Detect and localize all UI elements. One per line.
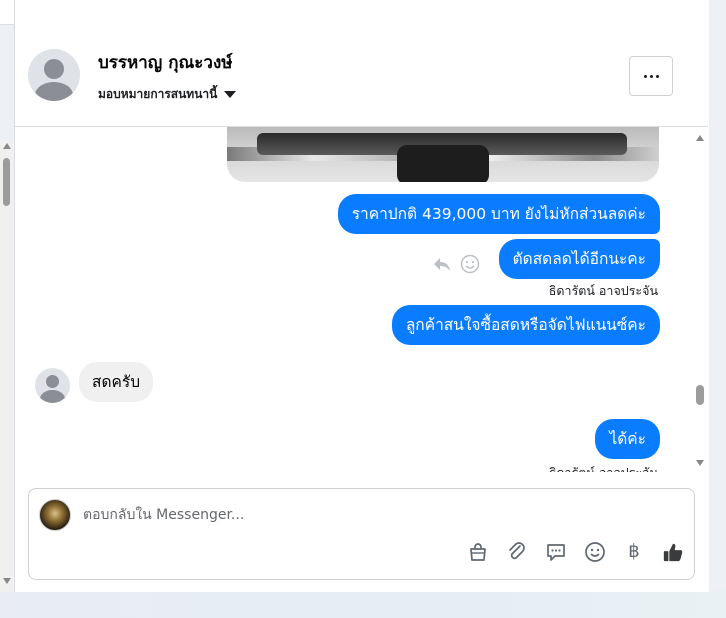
message-thread[interactable]: ราคาปกติ 439,000 บาท ยังไม่หักส่วนลดค่ะ …: [15, 127, 692, 472]
contact-name[interactable]: บรรหาญ กุณะวงษ์: [98, 49, 232, 76]
contact-avatar[interactable]: [28, 49, 80, 101]
smiley-icon[interactable]: [584, 541, 606, 563]
message-actions: [432, 254, 480, 274]
contact-avatar-small: [35, 368, 70, 403]
message-bubble-outgoing[interactable]: ตัดสดลดได้อีกนะคะ: [498, 239, 660, 279]
reply-composer: ฿: [28, 488, 695, 580]
composer-toolbar: ฿: [467, 541, 684, 563]
sender-name: ธิดารัตน์ อาจประจัน: [548, 283, 658, 298]
scroll-down-arrow[interactable]: [3, 578, 11, 584]
paperclip-icon[interactable]: [506, 541, 528, 563]
caret-down-icon: [224, 91, 237, 98]
message-bubble-outgoing[interactable]: ลูกค้าสนใจซื้อสดหรือจัดไฟแนนซ์คะ: [391, 305, 660, 345]
assign-conversation-dropdown[interactable]: มอบหมายการสนทนานี้: [98, 85, 237, 104]
scroll-up-arrow[interactable]: [3, 143, 11, 149]
more-options-button[interactable]: [629, 56, 673, 96]
message-bubble-incoming[interactable]: สดครับ: [79, 362, 154, 402]
left-scrollbar[interactable]: [0, 140, 14, 592]
react-smiley-icon[interactable]: [460, 254, 480, 274]
scroll-up-arrow[interactable]: [696, 135, 704, 141]
baht-icon[interactable]: ฿: [623, 541, 645, 563]
scroll-thumb[interactable]: [3, 158, 10, 206]
shopping-bag-icon[interactable]: [467, 541, 489, 563]
assign-label: มอบหมายการสนทนานี้: [98, 87, 218, 101]
page-background: [0, 590, 726, 618]
conversation-header: บรรหาญ กุณะวงษ์ มอบหมายการสนทนานี้: [15, 25, 708, 127]
chat-bubble-icon[interactable]: [545, 541, 567, 563]
scroll-down-arrow[interactable]: [696, 460, 704, 466]
message-bubble-outgoing[interactable]: ราคาปกติ 439,000 บาท ยังไม่หักส่วนลดค่ะ: [337, 194, 660, 234]
message-bubble-outgoing[interactable]: ได้ค่ะ: [595, 419, 660, 459]
sender-name: ธิดารัตน์ อาจประจัน: [549, 463, 658, 472]
car-photo-attachment[interactable]: [227, 127, 659, 182]
scroll-thumb[interactable]: [696, 385, 704, 405]
chat-scrollbar[interactable]: [692, 127, 708, 472]
reply-icon[interactable]: [432, 254, 452, 274]
page-avatar: [39, 499, 71, 531]
reply-input[interactable]: [81, 503, 645, 527]
more-dots-icon: [643, 74, 647, 78]
thumbs-up-icon[interactable]: [662, 541, 684, 563]
